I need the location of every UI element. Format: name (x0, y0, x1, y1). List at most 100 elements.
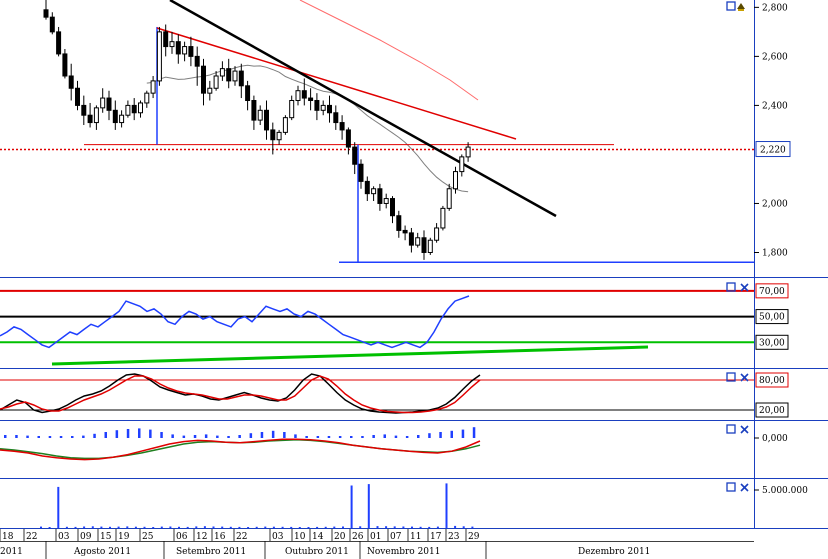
volume-bar (126, 526, 129, 528)
macd-histogram-bar (15, 435, 18, 438)
rsi-axis-label: 50,00 (759, 313, 785, 323)
candle-body (257, 109, 263, 121)
macd-histogram-bar (193, 435, 197, 438)
candle (402, 225, 408, 241)
candle (377, 183, 383, 211)
volume-bar (160, 526, 163, 528)
candle-body (408, 232, 414, 246)
candle-body (301, 90, 307, 99)
candle (182, 41, 188, 62)
square-icon[interactable] (726, 482, 736, 492)
candle (390, 196, 395, 224)
day-label: 20 (334, 532, 346, 542)
volume-axis-label: 5.000.000 (762, 486, 808, 496)
macd-histogram-bar (271, 430, 275, 438)
volume-bar (342, 526, 344, 528)
macd-histogram-bar (171, 434, 174, 438)
macd-histogram-bar (383, 434, 386, 438)
candle-body (112, 109, 118, 124)
macd-histogram-bar (417, 435, 420, 438)
candle-body (232, 70, 238, 82)
volume-bar (411, 526, 413, 528)
macd-histogram-bar (450, 430, 453, 438)
volume-bar (65, 526, 68, 528)
macd-histogram-bar (104, 432, 107, 438)
volume-bar (324, 526, 327, 528)
month-label: Outubro 2011 (285, 547, 349, 557)
candle-body (49, 16, 55, 33)
candle (194, 46, 200, 86)
candle-body (56, 31, 62, 55)
candle-body (282, 117, 288, 133)
day-label: 22 (26, 532, 37, 542)
macd-histogram-bar (327, 436, 331, 438)
candle (163, 24, 169, 57)
candle-body (207, 87, 213, 94)
volume-bar (247, 527, 250, 528)
candle-body (352, 146, 358, 165)
macd-histogram-bar (249, 433, 253, 438)
candle (364, 176, 370, 202)
date-axis: 18 22 03 09 15 19 25 06 12 16 22 03 10 14 20 26 01 07 11 17… (0, 529, 754, 559)
volume-bar (109, 526, 111, 528)
candle-body (100, 97, 106, 109)
volume-bar (195, 526, 198, 528)
volume-panel (40, 483, 474, 528)
candle (459, 154, 465, 177)
square-icon[interactable] (726, 282, 736, 292)
x-icon[interactable] (740, 483, 749, 492)
candle-body (396, 215, 402, 231)
panel-frames (0, 0, 828, 529)
macd-panel (0, 427, 481, 461)
candle-body (446, 188, 452, 209)
candle (301, 78, 307, 106)
macd-histogram-bar (472, 427, 476, 438)
candle-body (150, 80, 156, 94)
candle (289, 95, 295, 121)
volume-bar (307, 527, 310, 528)
macd-histogram-bar (82, 435, 85, 438)
macd-histogram-bar (238, 435, 241, 438)
square-icon[interactable] (726, 424, 736, 434)
price-axis-label: 2,600 (762, 52, 788, 62)
volume-bar (255, 526, 258, 528)
candle (320, 100, 326, 116)
price-axis-label: 1,800 (762, 248, 788, 258)
macd-histogram-bar (372, 435, 375, 438)
candle-body (194, 55, 200, 67)
candle (226, 58, 232, 89)
volume-bar (186, 526, 189, 528)
macd-histogram-bar (428, 433, 431, 438)
bell-icon[interactable] (737, 3, 745, 11)
candle-body (345, 129, 351, 148)
candle (339, 115, 345, 140)
day-label: 23 (448, 532, 460, 542)
candle (345, 127, 351, 155)
volume-bar (91, 526, 94, 528)
candle (446, 183, 452, 211)
month-label: Agosto 2011 (73, 547, 131, 557)
day-label: 06 (176, 532, 188, 542)
candle-body (308, 97, 314, 102)
day-label: 09 (80, 532, 92, 542)
candle (144, 90, 150, 108)
volume-bar (454, 525, 457, 528)
macd-histogram-bar (126, 429, 130, 438)
volume-bar (402, 526, 405, 528)
candle-body (213, 75, 219, 89)
square-icon[interactable] (726, 1, 736, 11)
volume-bar (57, 486, 60, 528)
candle-body (163, 31, 169, 48)
candle (295, 85, 301, 106)
macd-axis-label: 0,000 (762, 434, 788, 444)
candle (56, 26, 62, 57)
candle-body (87, 114, 93, 124)
volume-bar (74, 526, 77, 528)
macd-histogram-bar (305, 436, 308, 438)
rsi-axis-label: 70,00 (759, 287, 785, 297)
macd-histogram-bar (160, 432, 163, 438)
price-axis-label: 2,000 (762, 199, 788, 209)
candle-body (175, 41, 181, 55)
candle (415, 232, 421, 248)
x-icon[interactable] (740, 425, 749, 434)
